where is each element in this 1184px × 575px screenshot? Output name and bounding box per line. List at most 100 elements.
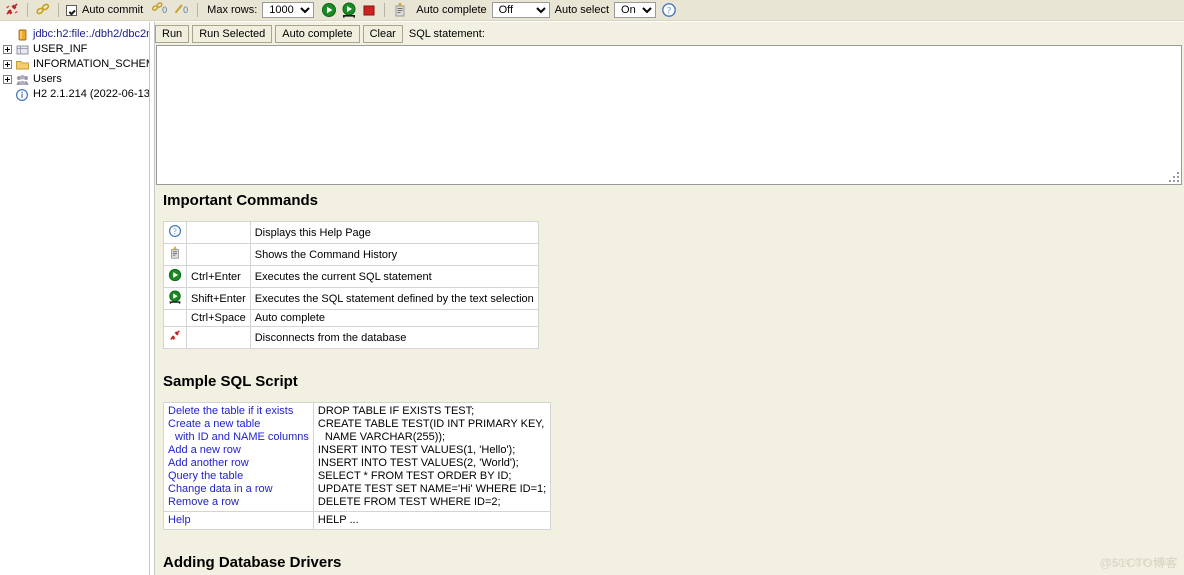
shortcut-cell: Shift+Enter: [186, 287, 251, 310]
table-row: Ctrl+Space Auto complete: [163, 309, 539, 327]
sidebar-item-label: jdbc:h2:file:./dbh2/dbc2m: [33, 28, 149, 40]
sidebar-item-label: H2 2.1.214 (2022-06-13): [33, 88, 149, 100]
description-cell: Executes the SQL statement defined by th…: [249, 287, 539, 310]
empty-icon-cell: [163, 309, 187, 327]
commit-icon: [151, 2, 164, 18]
sample-sql-title: Sample SQL Script: [163, 373, 298, 390]
disconnect-button[interactable]: [4, 0, 20, 21]
help-icon: ?: [168, 224, 182, 241]
toolbar-divider: [58, 3, 59, 17]
toolbar-divider: [384, 3, 386, 17]
expand-icon[interactable]: [3, 75, 12, 84]
sql-desc-line[interactable]: Remove a row: [168, 496, 309, 509]
shortcut-cell: Ctrl+Enter: [186, 265, 251, 288]
sidebar-item-label: Users: [33, 73, 62, 85]
sql-input[interactable]: [156, 45, 1182, 185]
auto-commit-checkbox[interactable]: Auto commit: [66, 0, 145, 21]
sql-code-line: CREATE TABLE TEST(ID INT PRIMARY KEY,: [317, 418, 545, 430]
commit-rollback-button[interactable]: [35, 0, 51, 21]
table-icon: [15, 43, 30, 57]
commit-button[interactable]: 0: [151, 0, 169, 21]
sql-help-code-cell: HELP ...: [312, 511, 552, 530]
svg-text:?: ?: [667, 5, 671, 15]
auto-complete-label: Auto complete: [416, 4, 487, 16]
auto-select-group: Auto select On: [553, 0, 659, 21]
sql-desc-line[interactable]: Change data in a row: [168, 483, 309, 496]
sql-descriptions-cell: Delete the table if it exists Create a n…: [163, 402, 314, 512]
sidebar-item-users[interactable]: Users: [3, 72, 149, 87]
main-panel: Run Run Selected Auto complete Clear SQL…: [155, 22, 1184, 575]
sql-desc-line[interactable]: Query the table: [168, 470, 309, 483]
sql-desc-line[interactable]: Add another row: [168, 457, 309, 470]
sql-command-bar: Run Run Selected Auto complete Clear SQL…: [155, 24, 1184, 43]
auto-complete-button[interactable]: Auto complete: [275, 24, 360, 43]
history-icon-cell: [163, 243, 187, 266]
users-icon: [15, 73, 30, 87]
disconnect-icon-cell: [163, 326, 187, 349]
auto-select-label: Auto select: [554, 4, 610, 16]
sidebar-item-connection[interactable]: jdbc:h2:file:./dbh2/dbc2m: [3, 27, 149, 42]
command-history-button[interactable]: [392, 0, 408, 21]
sql-code-line: DELETE FROM TEST WHERE ID=2;: [317, 496, 501, 508]
clear-button[interactable]: Clear: [362, 24, 403, 43]
command-history-icon: [168, 246, 182, 263]
max-rows-select[interactable]: 1000: [262, 2, 315, 18]
disconnect-icon: [168, 330, 182, 346]
folder-icon: [15, 58, 30, 72]
sql-code-cell: DROP TABLE IF EXISTS TEST; CREATE TABLE …: [312, 402, 552, 512]
description-cell: Executes the current SQL statement: [249, 265, 539, 288]
sql-code-line: NAME VARCHAR(255));: [324, 431, 446, 443]
auto-commit-checkbox-box[interactable]: [66, 4, 77, 16]
sidebar-item-version: H2 2.1.214 (2022-06-13): [3, 87, 149, 102]
commit-rollback-icon: [35, 2, 51, 18]
table-row: Disconnects from the database: [163, 326, 539, 349]
sql-code-line: SELECT * FROM TEST ORDER BY ID;: [317, 470, 512, 482]
help-icon: ?: [661, 2, 677, 18]
command-history-icon: [392, 2, 408, 18]
important-commands-table: ? Displays this Help Page Shows the Comm…: [163, 221, 539, 349]
run-selected-icon: [341, 2, 357, 18]
table-row: Help HELP ...: [163, 511, 552, 530]
sql-desc-line[interactable]: Delete the table if it exists: [168, 405, 309, 418]
sql-desc-line[interactable]: Create a new table: [168, 418, 309, 431]
database-icon: [15, 28, 30, 42]
important-commands-title: Important Commands: [163, 192, 319, 209]
help-button[interactable]: ?: [661, 0, 677, 21]
toolbar-divider: [27, 3, 28, 17]
max-rows-group: Max rows: 1000: [205, 0, 317, 21]
sql-desc-line[interactable]: Add a new row: [168, 444, 309, 457]
adding-drivers-title: Adding Database Drivers: [163, 554, 342, 571]
toolbar-divider: [197, 3, 199, 17]
toolbar: Auto commit 0 0 Max rows: 1000 Auto comp…: [0, 0, 1184, 21]
disconnect-icon: [4, 2, 20, 18]
expand-icon[interactable]: [3, 60, 12, 69]
rollback-button[interactable]: 0: [174, 0, 190, 21]
auto-select-select[interactable]: On: [614, 2, 657, 18]
run-selected-button[interactable]: [341, 0, 357, 21]
rollback-icon: [174, 2, 185, 18]
sidebar-item-user-inf[interactable]: USER_INF: [3, 42, 149, 57]
sidebar-item-information-schema[interactable]: INFORMATION_SCHEMA: [3, 57, 149, 72]
h2-console-window: Auto commit 0 0 Max rows: 1000 Auto comp…: [0, 0, 1184, 575]
expand-icon[interactable]: [3, 45, 12, 54]
run-button[interactable]: Run: [155, 24, 190, 43]
sql-desc-line[interactable]: with ID and NAME columns: [168, 431, 309, 444]
sql-code-line: INSERT INTO TEST VALUES(1, 'Hello');: [317, 444, 516, 456]
sql-help-desc-cell[interactable]: Help: [163, 511, 314, 530]
run-icon-cell: [163, 265, 187, 288]
database-tree[interactable]: jdbc:h2:file:./dbh2/dbc2m USER_INF INFOR…: [0, 22, 149, 575]
watermark: @51CTO博客 CSDN @Pasdsa: [1099, 554, 1178, 571]
stop-icon: [361, 2, 377, 18]
description-cell: Displays this Help Page: [249, 221, 539, 244]
auto-complete-select[interactable]: Off: [491, 2, 550, 18]
run-button[interactable]: [321, 0, 337, 21]
stop-button[interactable]: [361, 0, 377, 21]
auto-commit-label: Auto commit: [82, 4, 144, 16]
description-cell: Disconnects from the database: [249, 326, 539, 349]
run-selected-button[interactable]: Run Selected: [192, 24, 273, 43]
watermark-subtext: CSDN @Pasdsa: [1106, 558, 1172, 567]
info-icon: [15, 88, 30, 102]
table-row: Ctrl+Enter Executes the current SQL stat…: [163, 265, 539, 288]
